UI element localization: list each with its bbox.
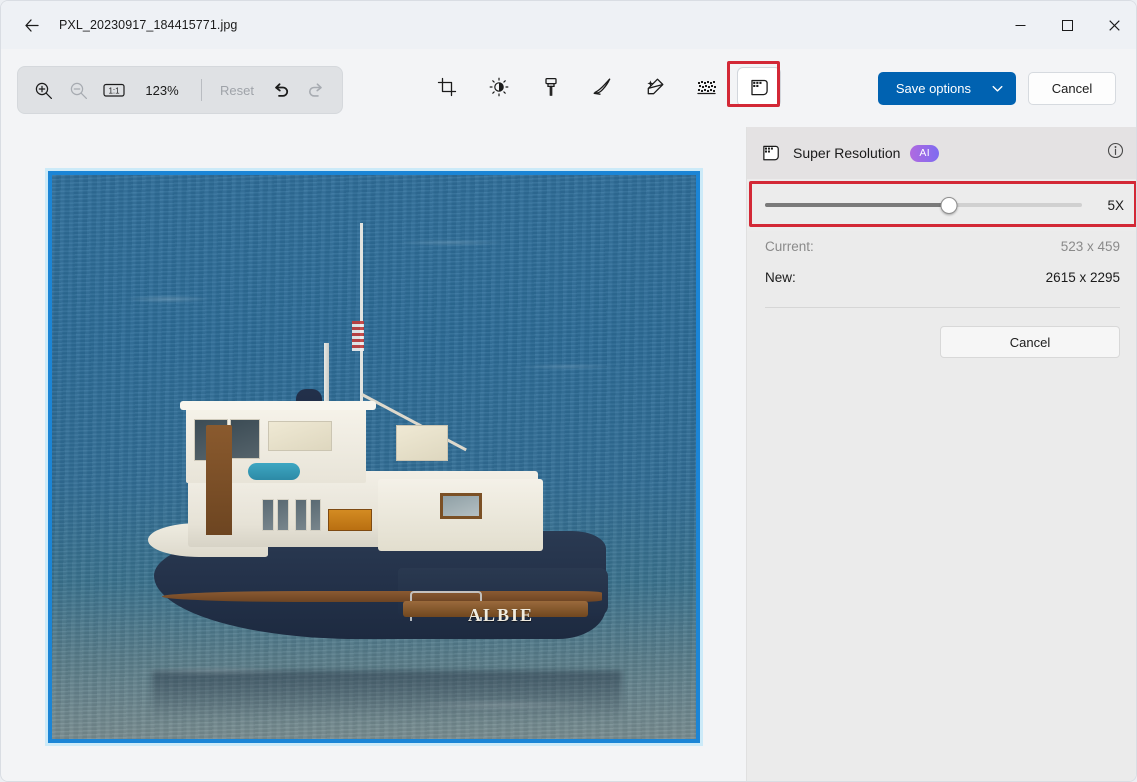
- actual-size-button[interactable]: 1:1: [96, 73, 131, 107]
- boat-illustration: S: [148, 223, 618, 683]
- window-title: PXL_20230917_184415771.jpg: [59, 18, 238, 32]
- crop-icon: [437, 77, 457, 97]
- window-controls: [997, 1, 1136, 49]
- brightness-icon: [489, 77, 509, 97]
- scale-slider[interactable]: [765, 194, 1082, 216]
- toolbar-divider: [201, 79, 202, 101]
- back-button[interactable]: [11, 9, 51, 41]
- scale-value-label: 5X: [1107, 197, 1124, 213]
- super-resolution-icon: [750, 79, 768, 95]
- panel-super-resolution-icon: [761, 143, 783, 163]
- image-editor-window: PXL_20230917_184415771.jpg 1:1 123% Rese…: [0, 0, 1137, 782]
- blur-tool-button[interactable]: [685, 67, 729, 107]
- pilothouse-roof: [180, 401, 376, 410]
- maximize-button[interactable]: [1044, 1, 1091, 49]
- panel-title: Super Resolution: [793, 145, 901, 161]
- side-window: [310, 499, 321, 531]
- back-arrow-icon: [24, 18, 39, 32]
- minimize-icon: [1015, 24, 1026, 26]
- info-icon: [1107, 142, 1124, 159]
- new-size-label: New:: [765, 270, 796, 285]
- cabin-door: [206, 425, 232, 535]
- scale-slider-row: 5X: [747, 179, 1136, 231]
- marker-tool-button[interactable]: [529, 67, 573, 107]
- save-options-dropdown-button[interactable]: [987, 72, 1016, 105]
- boat-name-label: ALBIE: [467, 605, 535, 625]
- panel-cancel-button[interactable]: Cancel: [940, 326, 1120, 358]
- save-options-button[interactable]: Save options: [877, 72, 1016, 105]
- super-resolution-panel: Super Resolution AI 5X Current: 523 x 45…: [746, 127, 1136, 781]
- action-buttons: Save options Cancel: [877, 72, 1116, 105]
- pilothouse-window: [230, 419, 260, 459]
- new-size-value: 2615 x 2295: [1045, 270, 1120, 285]
- aft-window-large: [396, 425, 448, 461]
- current-size-value: 523 x 459: [1060, 239, 1120, 254]
- chevron-down-icon: [992, 85, 1003, 92]
- highlighter-icon: [593, 78, 611, 95]
- image-canvas[interactable]: S: [2, 127, 746, 781]
- ai-badge: AI: [910, 144, 940, 162]
- undo-icon: [275, 83, 289, 97]
- zoom-in-button[interactable]: [26, 73, 61, 107]
- side-window: [262, 499, 274, 531]
- current-size-row: Current: 523 x 459: [747, 231, 1136, 262]
- zoom-level-label: 123%: [145, 82, 179, 98]
- zoom-out-button[interactable]: [61, 73, 96, 107]
- orange-panel: [328, 509, 372, 531]
- side-window: [277, 499, 289, 531]
- blur-icon: [697, 81, 716, 95]
- svg-text:1:1: 1:1: [108, 87, 120, 96]
- info-button[interactable]: [1107, 142, 1124, 164]
- slider-thumb[interactable]: [940, 196, 958, 214]
- brush-icon: [545, 77, 557, 96]
- panel-header: Super Resolution AI: [747, 127, 1136, 179]
- close-button[interactable]: [1091, 1, 1136, 49]
- boat-photo: S: [52, 175, 696, 739]
- zoom-toolbar: 1:1 123% Reset: [17, 66, 343, 114]
- deck-tank: [248, 463, 300, 480]
- new-size-row: New: 2615 x 2295: [747, 262, 1136, 293]
- flag-icon: [352, 321, 364, 351]
- maximize-icon: [1062, 19, 1073, 31]
- crop-tool-button[interactable]: [425, 67, 469, 107]
- cancel-button-top[interactable]: Cancel: [1028, 72, 1116, 105]
- title-bar: PXL_20230917_184415771.jpg: [1, 1, 1136, 49]
- highlighter-tool-button[interactable]: [581, 67, 625, 107]
- slider-track-fill: [765, 203, 949, 207]
- image-selection-frame[interactable]: S: [48, 171, 700, 743]
- undo-button[interactable]: [264, 73, 299, 107]
- current-size-label: Current:: [765, 239, 814, 254]
- reset-button[interactable]: Reset: [210, 77, 264, 104]
- side-window: [295, 499, 307, 531]
- one-to-one-icon: 1:1: [102, 83, 125, 97]
- redo-icon: [309, 83, 323, 97]
- close-icon: [1109, 19, 1120, 31]
- zoom-in-icon: [35, 82, 52, 99]
- redo-button[interactable]: [299, 73, 334, 107]
- panel-actions: Cancel: [747, 308, 1136, 358]
- magic-eraser-icon: [647, 78, 664, 95]
- minimize-button[interactable]: [997, 1, 1044, 49]
- super-resolution-tool-wrapper: [727, 61, 781, 107]
- zoom-out-icon: [70, 82, 88, 99]
- save-options-label: Save options: [895, 81, 971, 96]
- aft-porthole-window: [440, 493, 482, 519]
- cabin-window-large: [268, 421, 332, 451]
- erase-objects-tool-button[interactable]: [633, 67, 677, 107]
- super-resolution-tool-button[interactable]: [737, 67, 781, 107]
- edit-toolbar: [425, 61, 781, 107]
- adjustment-tool-button[interactable]: [477, 67, 521, 107]
